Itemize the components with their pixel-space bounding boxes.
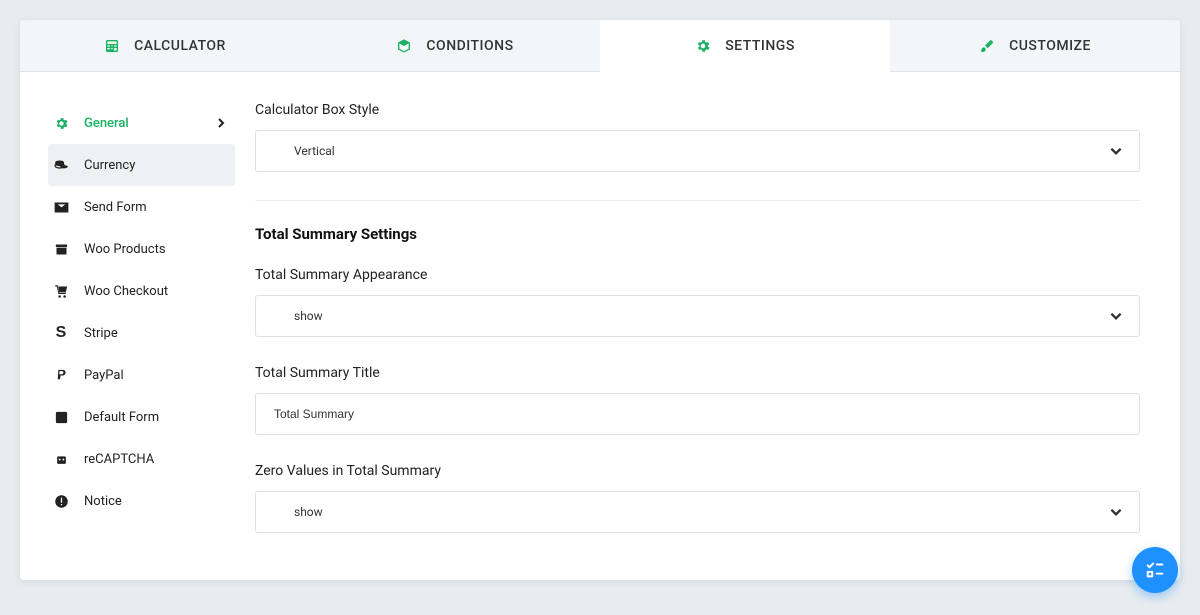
sidebar-item-label: PayPal [84,368,124,383]
tab-conditions[interactable]: CONDITIONS [310,20,600,71]
paypal-icon [52,368,70,383]
sidebar-item-label: Notice [84,494,122,509]
zero-label: Zero Values in Total Summary [255,463,1140,479]
settings-sidebar: General Currency Send Form [20,72,235,580]
box-style-select[interactable]: Vertical [255,130,1140,172]
alert-icon [52,494,70,509]
sidebar-item-label: Currency [84,158,135,173]
checklist-icon [1144,559,1166,581]
sidebar-item-label: reCAPTCHA [84,452,154,467]
brush-icon [979,38,995,54]
tab-customize[interactable]: CUSTOMIZE [890,20,1180,71]
settings-panel: Calculator Box Style Vertical Total Summ… [235,72,1180,580]
archive-icon [52,242,70,257]
zero-values-select[interactable]: show [255,491,1140,533]
tab-calculator[interactable]: CALCULATOR [20,20,310,71]
sidebar-item-woo-products[interactable]: Woo Products [48,228,235,270]
app-container: CALCULATOR CONDITIONS SETTINGS CUSTOMIZE [20,20,1180,580]
select-value: show [294,505,323,519]
gear-icon [695,38,711,54]
content-body: General Currency Send Form [20,72,1180,580]
form-icon [52,410,70,425]
sidebar-item-woo-checkout[interactable]: Woo Checkout [48,270,235,312]
cart-icon [52,284,70,299]
tab-label: SETTINGS [725,38,795,54]
sidebar-item-currency[interactable]: Currency [48,144,235,186]
sidebar-item-label: Woo Checkout [84,284,168,299]
chevron-down-icon [1109,144,1123,158]
sidebar-item-default-form[interactable]: Default Form [48,396,235,438]
tab-label: CALCULATOR [134,38,226,54]
sidebar-item-general[interactable]: General [48,102,235,144]
chevron-right-icon [217,117,225,129]
sidebar-item-label: Send Form [84,200,147,215]
cube-icon [396,38,412,54]
appearance-label: Total Summary Appearance [255,267,1140,283]
section-title: Total Summary Settings [255,225,1140,243]
help-fab[interactable] [1132,547,1178,593]
calculator-icon [104,38,120,54]
tab-label: CUSTOMIZE [1009,38,1091,54]
summary-title-input[interactable] [255,393,1140,435]
chevron-down-icon [1109,309,1123,323]
sidebar-item-recaptcha[interactable]: reCAPTCHA [48,438,235,480]
main-tabs: CALCULATOR CONDITIONS SETTINGS CUSTOMIZE [20,20,1180,72]
tab-label: CONDITIONS [426,38,513,54]
sidebar-item-stripe[interactable]: S Stripe [48,312,235,354]
sidebar-item-label: Woo Products [84,242,166,257]
stripe-icon: S [52,324,70,342]
sidebar-item-send-form[interactable]: Send Form [48,186,235,228]
appearance-select[interactable]: show [255,295,1140,337]
sidebar-item-notice[interactable]: Notice [48,480,235,522]
sidebar-item-paypal[interactable]: PayPal [48,354,235,396]
envelope-icon [52,200,70,215]
tab-settings[interactable]: SETTINGS [600,20,890,72]
box-style-label: Calculator Box Style [255,102,1140,118]
gear-icon [52,116,70,131]
select-value: show [294,309,323,323]
title-label: Total Summary Title [255,365,1140,381]
section-divider [255,200,1140,201]
select-value: Vertical [294,144,335,158]
chevron-down-icon [1109,505,1123,519]
robot-icon [52,452,70,467]
coins-icon [52,158,70,173]
sidebar-item-label: Default Form [84,410,159,425]
sidebar-item-label: General [84,116,129,131]
sidebar-item-label: Stripe [84,326,118,341]
